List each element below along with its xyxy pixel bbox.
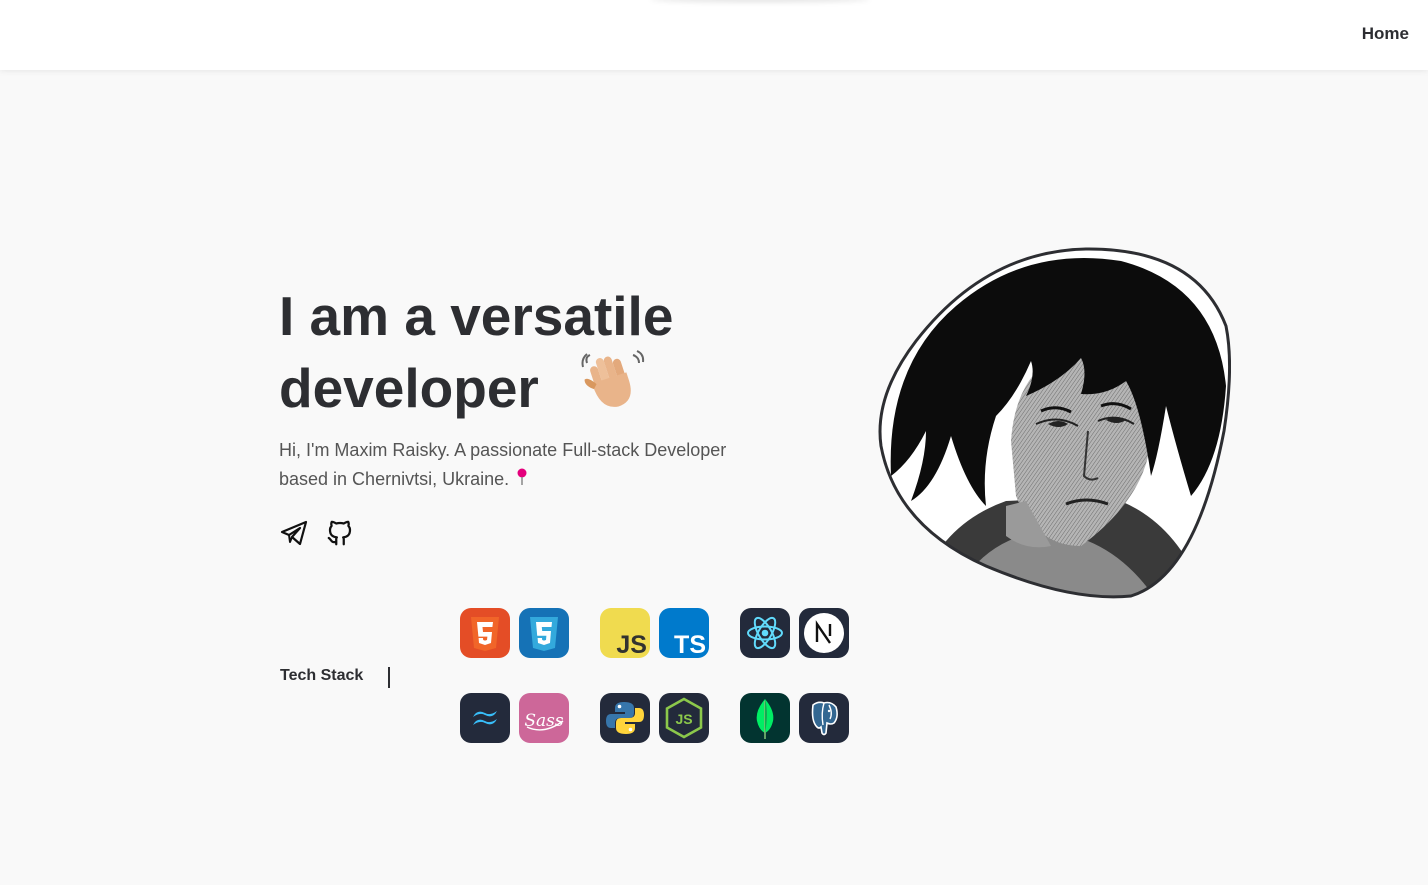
telegram-icon[interactable] xyxy=(279,518,309,548)
typescript-label: TS xyxy=(674,631,706,658)
nextjs-icon xyxy=(799,608,849,658)
nodejs-icon: JS xyxy=(659,693,709,743)
hero-title-line2: developer xyxy=(279,357,539,419)
waving-hand-icon xyxy=(581,349,645,425)
tech-stack-divider xyxy=(388,667,390,688)
pushpin-icon xyxy=(515,466,529,495)
javascript-icon: JS xyxy=(600,608,650,658)
header: Home xyxy=(0,0,1428,70)
html5-icon xyxy=(460,608,510,658)
javascript-label: JS xyxy=(616,631,647,658)
sass-icon: Sass xyxy=(519,693,569,743)
python-icon xyxy=(600,693,650,743)
tailwind-icon xyxy=(460,693,510,743)
postgresql-icon xyxy=(799,693,849,743)
tech-stack-label: Tech Stack xyxy=(280,667,364,684)
social-links xyxy=(279,518,355,548)
hero-intro: Hi, I'm Maxim Raisky. A passionate Full-… xyxy=(279,436,749,495)
hero-title: I am a versatile developer xyxy=(279,283,799,425)
github-icon[interactable] xyxy=(325,518,355,548)
profile-avatar xyxy=(876,246,1232,600)
mongodb-icon xyxy=(740,693,790,743)
typescript-icon: TS xyxy=(659,608,709,658)
hero-title-line1: I am a versatile xyxy=(279,285,674,347)
react-icon xyxy=(740,608,790,658)
css3-icon xyxy=(519,608,569,658)
nodejs-label: JS xyxy=(675,711,692,727)
nav-home-link[interactable]: Home xyxy=(1362,24,1409,44)
hero-intro-text: Hi, I'm Maxim Raisky. A passionate Full-… xyxy=(279,440,727,489)
